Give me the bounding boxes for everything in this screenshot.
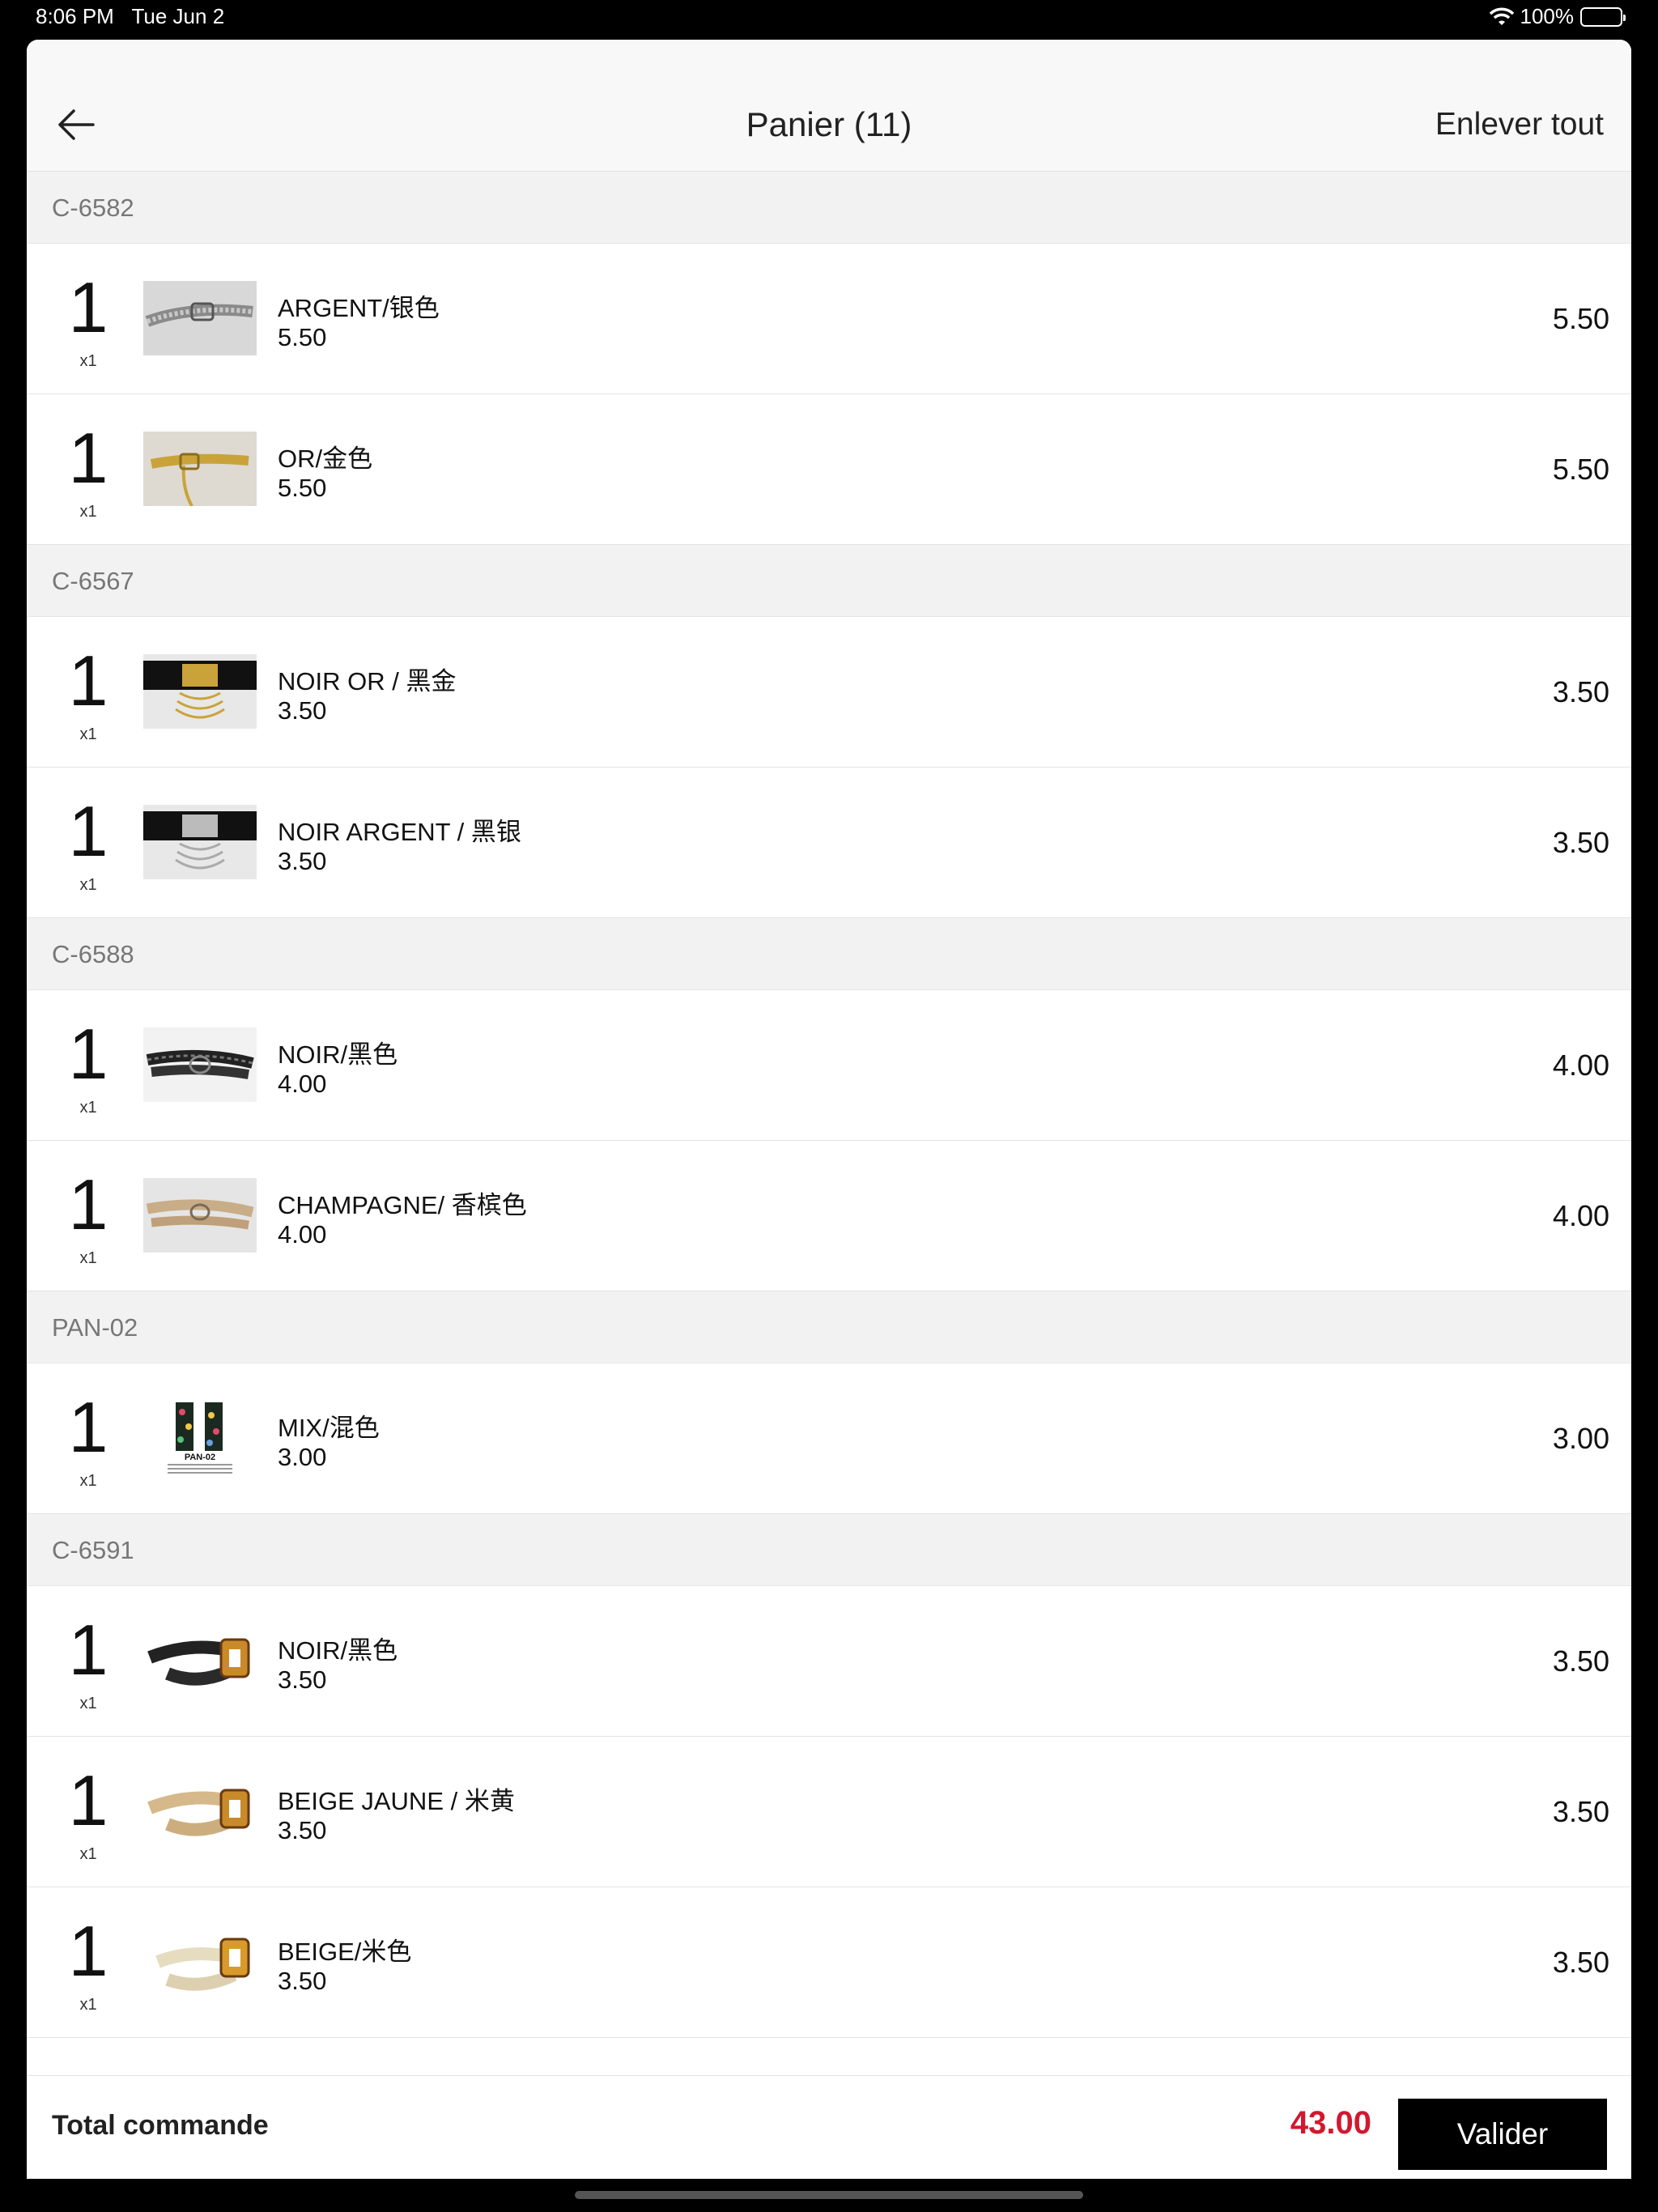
item-quantity-multiplier: x1 xyxy=(79,1472,97,1490)
status-time: 8:06 PM Tue Jun 2 xyxy=(36,4,225,28)
order-footer: Total commande 43.00 Valider xyxy=(27,2075,1631,2179)
item-thumbnail xyxy=(143,281,257,355)
item-quantity-multiplier: x1 xyxy=(79,1845,97,1863)
group-header: C-6588 xyxy=(27,918,1631,990)
item-thumbnail xyxy=(143,432,257,506)
clear-all-button[interactable]: Enlever tout xyxy=(1435,104,1604,145)
item-unit-price: 5.50 xyxy=(278,323,327,351)
item-unit-price: 3.00 xyxy=(278,1443,327,1471)
item-thumbnail xyxy=(143,1774,257,1848)
cart-item-row[interactable]: 1 x1 NOIR OR / 黑金 3.50 3.50 xyxy=(27,617,1631,768)
item-quantity[interactable]: 1 xyxy=(66,645,111,717)
item-total-price: 5.50 xyxy=(1552,453,1609,486)
order-total-label: Total commande xyxy=(52,2110,269,2141)
item-quantity-multiplier: x1 xyxy=(79,503,97,521)
item-quantity-multiplier: x1 xyxy=(79,876,97,894)
item-quantity-multiplier: x1 xyxy=(79,1695,97,1712)
item-unit-price: 3.50 xyxy=(278,1665,327,1694)
item-thumbnail xyxy=(143,654,257,729)
item-thumbnail xyxy=(143,1027,257,1102)
cart-list[interactable]: C-6582 1 x1 ARGENT/银色 5.50 5.50 1 x1 OR/… xyxy=(27,172,1631,2107)
item-total-price: 3.50 xyxy=(1552,1644,1609,1678)
group-header: C-6591 xyxy=(27,1514,1631,1586)
item-quantity[interactable]: 1 xyxy=(66,1169,111,1240)
item-quantity[interactable]: 1 xyxy=(66,423,111,494)
cart-item-row[interactable]: 1 x1 OR/金色 5.50 5.50 xyxy=(27,394,1631,545)
item-thumbnail xyxy=(143,1925,257,1999)
order-total-amount: 43.00 xyxy=(1290,2105,1371,2141)
status-right: 100% xyxy=(1489,4,1626,29)
item-unit-price: 3.50 xyxy=(278,1967,327,1995)
page-title: Panier (11) xyxy=(746,105,912,143)
item-quantity-multiplier: x1 xyxy=(79,725,97,743)
item-quantity[interactable]: 1 xyxy=(66,1019,111,1090)
cart-item-row[interactable]: 1 x1 CHAMPAGNE/ 香槟色 4.00 4.00 xyxy=(27,1141,1631,1291)
item-quantity[interactable]: 1 xyxy=(66,1614,111,1686)
item-quantity[interactable]: 1 xyxy=(66,796,111,867)
group-header: C-6582 xyxy=(27,172,1631,244)
item-total-price: 4.00 xyxy=(1552,1049,1609,1082)
item-thumbnail: PAN-02 xyxy=(143,1401,257,1475)
item-name: ARGENT/银色 xyxy=(278,294,440,322)
item-name: NOIR OR / 黑金 xyxy=(278,667,457,696)
wifi-icon xyxy=(1489,7,1514,25)
item-unit-price: 4.00 xyxy=(278,1070,327,1098)
item-thumbnail xyxy=(143,805,257,879)
item-quantity-multiplier: x1 xyxy=(79,1996,97,2014)
nav-bar: Panier (11) Enlever tout xyxy=(27,40,1631,172)
item-total-price: 3.50 xyxy=(1552,1795,1609,1828)
cart-item-row[interactable]: 1 x1 BEIGE/米色 3.50 3.50 xyxy=(27,1887,1631,2038)
item-name: NOIR/黑色 xyxy=(278,1636,398,1665)
item-name: MIX/混色 xyxy=(278,1414,380,1442)
item-name: NOIR ARGENT / 黑银 xyxy=(278,818,521,846)
battery-percent: 100% xyxy=(1520,4,1575,28)
validate-button[interactable]: Valider xyxy=(1398,2099,1607,2170)
item-thumbnail xyxy=(143,1178,257,1253)
item-name: BEIGE JAUNE / 米黄 xyxy=(278,1787,515,1815)
pan-02-thumb-label: PAN-02 xyxy=(185,1453,215,1462)
cart-item-row[interactable]: 1 x1 NOIR ARGENT / 黑银 3.50 3.50 xyxy=(27,768,1631,918)
item-total-price: 3.50 xyxy=(1552,826,1609,859)
item-total-price: 3.50 xyxy=(1552,675,1609,708)
group-header: C-6567 xyxy=(27,545,1631,617)
item-unit-price: 4.00 xyxy=(278,1220,327,1249)
battery-icon xyxy=(1580,6,1626,27)
item-name: OR/金色 xyxy=(278,445,373,473)
item-total-price: 5.50 xyxy=(1552,302,1609,335)
group-header: PAN-02 xyxy=(27,1291,1631,1363)
item-total-price: 4.00 xyxy=(1552,1199,1609,1232)
status-bar: 8:06 PM Tue Jun 2 100% xyxy=(0,0,1658,36)
cart-item-row[interactable]: 1 x1 BEIGE JAUNE / 米黄 3.50 3.50 xyxy=(27,1737,1631,1887)
item-thumbnail xyxy=(143,1623,257,1698)
cart-item-row[interactable]: 1 x1 NOIR/黑色 3.50 3.50 xyxy=(27,1586,1631,1737)
cart-sheet: Panier (11) Enlever tout C-6582 1 x1 ARG… xyxy=(27,40,1631,2179)
item-name: CHAMPAGNE/ 香槟色 xyxy=(278,1191,527,1219)
item-unit-price: 3.50 xyxy=(278,847,327,875)
item-quantity-multiplier: x1 xyxy=(79,352,97,370)
item-quantity[interactable]: 1 xyxy=(66,1392,111,1463)
item-name: NOIR/黑色 xyxy=(278,1040,398,1069)
item-unit-price: 3.50 xyxy=(278,1816,327,1844)
item-quantity[interactable]: 1 xyxy=(66,1916,111,1987)
item-quantity[interactable]: 1 xyxy=(66,1765,111,1836)
item-quantity[interactable]: 1 xyxy=(66,272,111,343)
item-name: BEIGE/米色 xyxy=(278,1938,412,1966)
cart-item-row[interactable]: 1 x1 NOIR/黑色 4.00 4.00 xyxy=(27,990,1631,1141)
item-quantity-multiplier: x1 xyxy=(79,1099,97,1117)
item-unit-price: 3.50 xyxy=(278,696,327,725)
cart-item-row[interactable]: 1 x1 ARGENT/银色 5.50 5.50 xyxy=(27,244,1631,394)
item-total-price: 3.00 xyxy=(1552,1422,1609,1455)
home-indicator[interactable] xyxy=(575,2191,1083,2199)
item-unit-price: 5.50 xyxy=(278,474,327,502)
item-quantity-multiplier: x1 xyxy=(79,1249,97,1267)
cart-item-row[interactable]: 1 x1 PAN-02 MIX/混色 3.00 3.00 xyxy=(27,1363,1631,1514)
item-total-price: 3.50 xyxy=(1552,1946,1609,1979)
